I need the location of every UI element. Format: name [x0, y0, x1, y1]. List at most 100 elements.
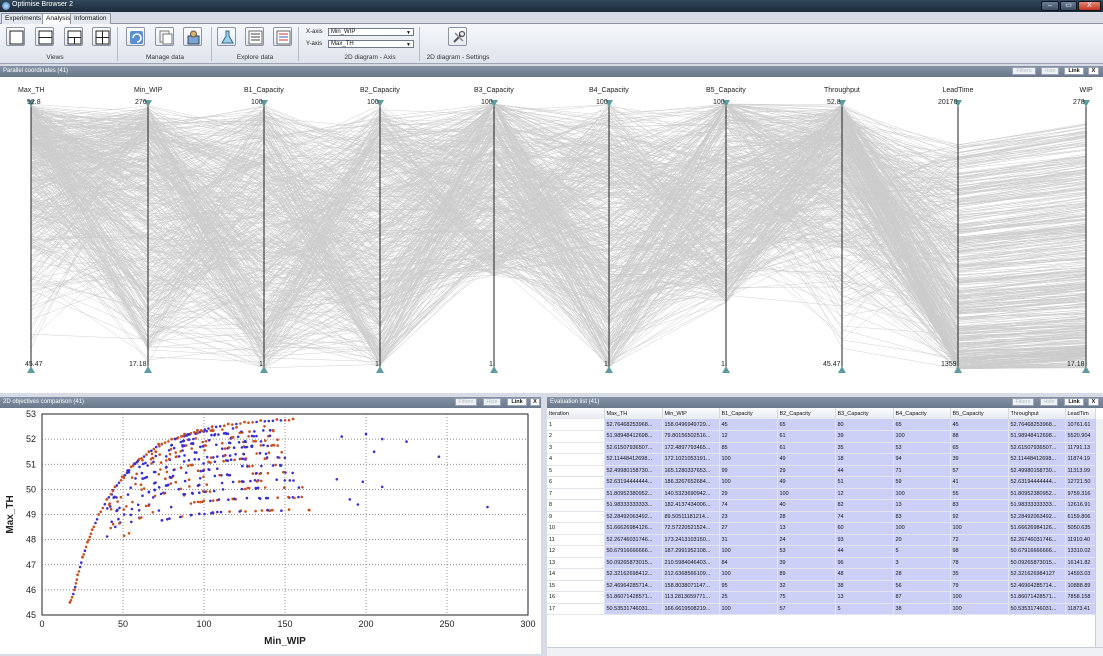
- pareto-point[interactable]: [81, 555, 84, 559]
- data-point[interactable]: [165, 455, 168, 458]
- data-point[interactable]: [293, 496, 296, 500]
- column-header[interactable]: B4_Capacity: [893, 408, 951, 419]
- pareto-point[interactable]: [105, 498, 109, 501]
- data-point[interactable]: [208, 490, 212, 493]
- data-point[interactable]: [181, 444, 184, 447]
- table-cell[interactable]: 14: [547, 568, 605, 581]
- table-cell[interactable]: 140.5323690942...: [662, 488, 720, 500]
- data-point[interactable]: [179, 466, 183, 470]
- table-cell[interactable]: 61: [777, 430, 836, 443]
- data-point[interactable]: [199, 500, 202, 504]
- table-cell[interactable]: 5: [547, 465, 605, 477]
- data-point[interactable]: [246, 486, 249, 490]
- data-point[interactable]: [260, 509, 264, 512]
- close-panel-button[interactable]: X: [530, 398, 540, 406]
- data-point[interactable]: [219, 510, 223, 514]
- parallel-coordinates-plot[interactable]: [0, 77, 1103, 393]
- pareto-point[interactable]: [196, 428, 199, 432]
- data-point[interactable]: [270, 444, 273, 447]
- table-cell[interactable]: 14593.03: [1065, 568, 1096, 581]
- data-point[interactable]: [151, 511, 155, 514]
- table-cell[interactable]: 98: [950, 545, 1009, 558]
- column-header[interactable]: Throughput: [1008, 408, 1066, 419]
- data-point[interactable]: [258, 496, 261, 500]
- data-point[interactable]: [272, 444, 276, 447]
- table-cell[interactable]: 10761.61: [1065, 419, 1096, 431]
- table-cell[interactable]: 12721.50: [1065, 476, 1096, 489]
- data-point[interactable]: [147, 490, 151, 494]
- data-point[interactable]: [203, 449, 206, 452]
- data-point[interactable]: [150, 452, 154, 456]
- table-row[interactable]: 2 51.98948412698... 79.80156502516... 12 61 3…: [547, 430, 1096, 443]
- pareto-point[interactable]: [107, 496, 111, 499]
- layout-2h-button[interactable]: [35, 27, 54, 46]
- table-cell[interactable]: 52.49980158730...: [1008, 465, 1066, 477]
- data-point[interactable]: [210, 433, 213, 437]
- data-point[interactable]: [170, 443, 174, 447]
- table-cell[interactable]: 51.86071428571...: [1008, 591, 1066, 604]
- table-cell[interactable]: 100: [950, 603, 1009, 615]
- table-cell[interactable]: 51.66626984126...: [1008, 522, 1066, 535]
- data-point[interactable]: [207, 468, 210, 471]
- pareto-point[interactable]: [75, 578, 79, 581]
- table-cell[interactable]: 100: [893, 522, 951, 535]
- scatter-panel[interactable]: 0 50 100 150 200 250 300 45 46 47 48 49 50 51 52 53 Min_…: [0, 408, 541, 654]
- table-cell[interactable]: 52.49980158730...: [604, 465, 663, 477]
- settings-button[interactable]: [448, 27, 467, 46]
- data-point[interactable]: [174, 451, 177, 454]
- column-header[interactable]: Min_WIP: [662, 408, 720, 419]
- data-point[interactable]: [259, 444, 263, 447]
- table-cell[interactable]: 20: [893, 534, 951, 546]
- data-point[interactable]: [168, 475, 172, 479]
- table-cell[interactable]: 16: [547, 591, 605, 604]
- maximize-button[interactable]: ▭: [1060, 1, 1077, 11]
- table-cell[interactable]: 57: [777, 603, 836, 615]
- table-cell[interactable]: 65: [777, 419, 836, 431]
- table-cell[interactable]: 65: [893, 419, 951, 431]
- table-cell[interactable]: 52.11448412698...: [1008, 453, 1066, 466]
- filters-button[interactable]: Filters: [1012, 398, 1034, 406]
- data-point[interactable]: [199, 445, 202, 449]
- data-point[interactable]: [116, 500, 119, 503]
- data-point[interactable]: [221, 447, 224, 450]
- data-point[interactable]: [380, 485, 384, 489]
- table-cell[interactable]: 10888.89: [1065, 580, 1096, 592]
- data-point[interactable]: [172, 468, 175, 472]
- table-cell[interactable]: 186.3267652684...: [662, 476, 720, 489]
- table-cell[interactable]: 84: [719, 557, 778, 569]
- data-point[interactable]: [244, 457, 248, 460]
- data-point[interactable]: [159, 461, 163, 464]
- data-point[interactable]: [251, 464, 254, 468]
- data-point[interactable]: [105, 535, 109, 538]
- pareto-point[interactable]: [186, 432, 190, 436]
- table-cell[interactable]: 28: [777, 511, 836, 523]
- table-cell[interactable]: 52.28492063492...: [604, 511, 663, 523]
- data-point[interactable]: [154, 450, 158, 454]
- table-cell[interactable]: 172.4897793465...: [662, 442, 720, 454]
- pareto-point[interactable]: [74, 582, 78, 585]
- pareto-point[interactable]: [80, 561, 83, 564]
- link-button[interactable]: Link: [1064, 67, 1084, 75]
- data-point[interactable]: [276, 444, 280, 447]
- data-point[interactable]: [209, 456, 213, 459]
- table-row[interactable]: 12 50.67916666666... 187.2991952108... 100 5…: [547, 545, 1096, 558]
- table-row[interactable]: 13 50.09265873015... 210.5984046403... 84 39…: [547, 557, 1096, 569]
- table-cell[interactable]: 165.1280337653...: [662, 465, 720, 477]
- data-point[interactable]: [204, 444, 207, 447]
- data-point[interactable]: [130, 520, 133, 524]
- pareto-point[interactable]: [167, 440, 170, 443]
- table-cell[interactable]: 12: [547, 545, 605, 558]
- data-point[interactable]: [138, 517, 141, 520]
- data-point[interactable]: [222, 459, 225, 463]
- data-point[interactable]: [194, 437, 198, 440]
- data-point[interactable]: [267, 451, 271, 454]
- table-cell[interactable]: 52.63194444444...: [1008, 476, 1066, 489]
- table-cell[interactable]: 52.63194444444...: [604, 476, 663, 489]
- data-point[interactable]: [233, 458, 236, 462]
- table-cell[interactable]: 100: [950, 522, 1009, 535]
- table-cell[interactable]: 89: [777, 568, 836, 581]
- table-row[interactable]: 9 52.28492063492... 89.50511181214... 23 28 7…: [547, 511, 1096, 523]
- data-point[interactable]: [209, 499, 212, 503]
- table-cell[interactable]: 166.6619508219...: [662, 603, 720, 615]
- data-point[interactable]: [158, 453, 161, 456]
